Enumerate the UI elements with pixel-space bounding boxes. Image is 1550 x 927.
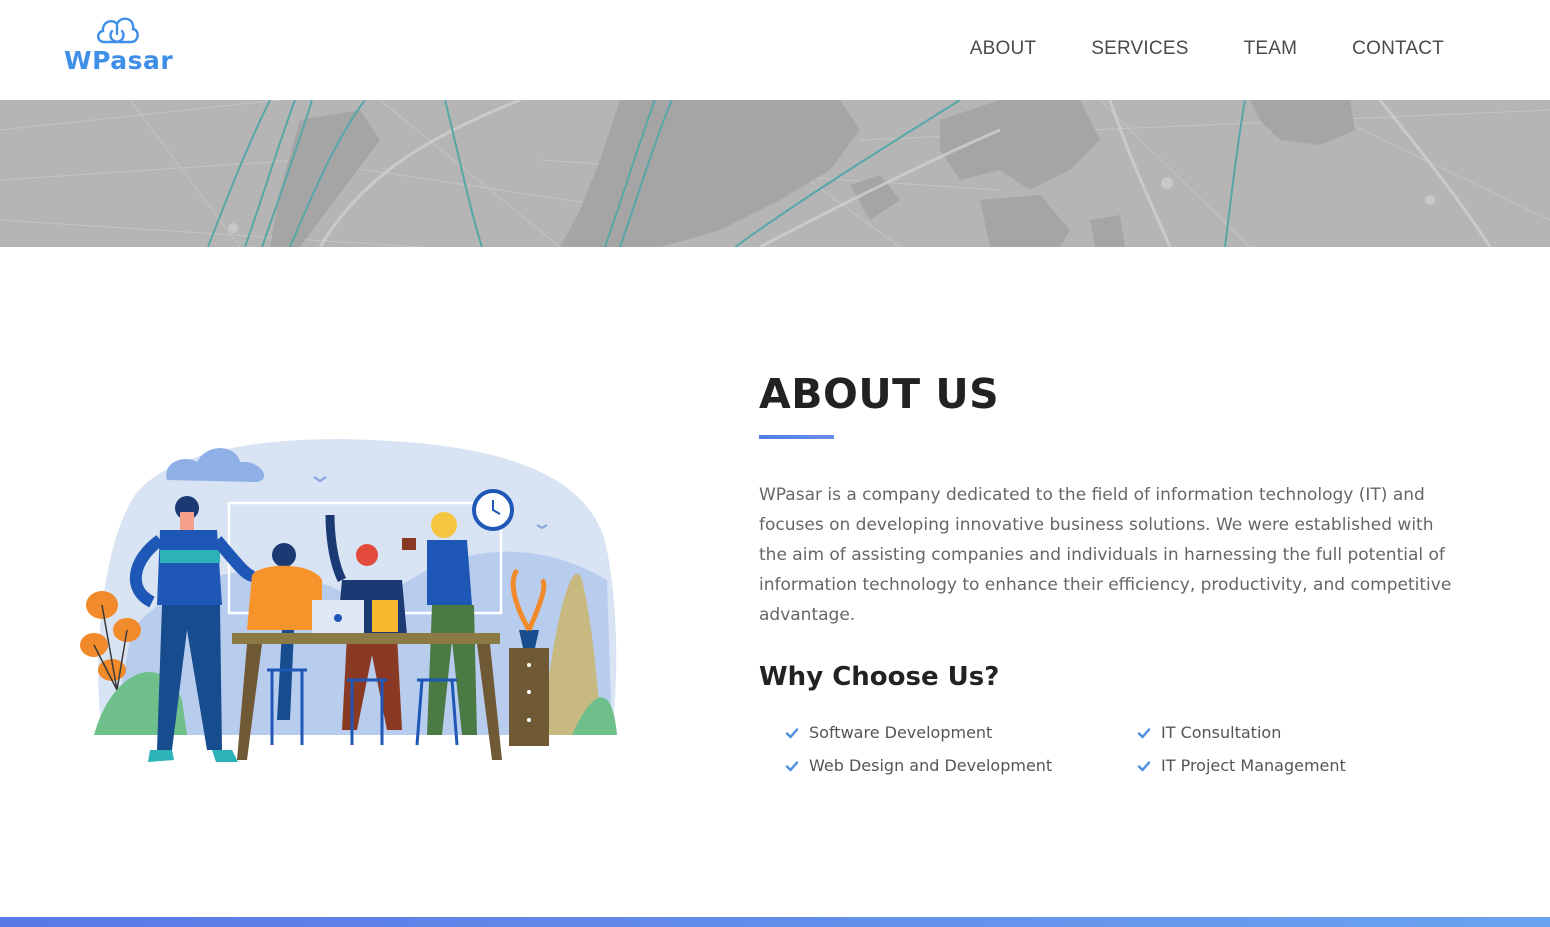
feature-label: Software Development <box>809 723 993 742</box>
main-nav: ABOUT SERVICES TEAM CONTACT <box>915 38 1444 60</box>
why-choose-title: Why Choose Us? <box>759 662 1000 692</box>
nav-about[interactable]: ABOUT <box>970 38 1036 60</box>
feature-label: Web Design and Development <box>809 756 1053 775</box>
site-header: WPasar ABOUT SERVICES TEAM CONTACT <box>0 0 1550 100</box>
feature-item: IT Project Management <box>1137 755 1437 776</box>
nav-contact[interactable]: CONTACT <box>1352 38 1444 60</box>
feature-item: Web Design and Development <box>785 755 1137 776</box>
feature-label: IT Project Management <box>1161 756 1346 775</box>
hero-banner <box>0 100 1550 247</box>
footer-gradient-bar <box>0 917 1550 927</box>
title-underline <box>759 435 834 439</box>
check-icon <box>785 760 799 771</box>
features-list: Software Development IT Consultation Web… <box>785 722 1445 776</box>
feature-item: IT Consultation <box>1137 722 1437 743</box>
about-title: ABOUT US <box>759 370 1000 418</box>
cloud-power-icon <box>97 17 139 44</box>
nav-services[interactable]: SERVICES <box>1091 38 1188 60</box>
feature-item: Software Development <box>785 722 1137 743</box>
nav-team[interactable]: TEAM <box>1244 38 1298 60</box>
check-icon <box>1137 727 1151 738</box>
about-description: WPasar is a company dedicated to the fie… <box>759 485 1452 625</box>
check-icon <box>1137 760 1151 771</box>
world-map-background <box>0 100 1550 247</box>
brand-name: WPasar <box>64 46 174 75</box>
check-icon <box>785 727 799 738</box>
brand-logo[interactable]: WPasar <box>64 12 176 78</box>
team-illustration <box>80 439 617 762</box>
feature-label: IT Consultation <box>1161 723 1282 742</box>
